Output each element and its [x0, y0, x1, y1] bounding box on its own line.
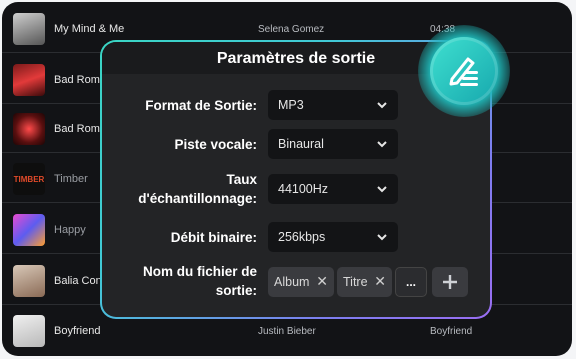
chevron-down-icon [377, 102, 387, 109]
tag-label: Titre [343, 275, 368, 289]
settings-badge [418, 25, 510, 117]
filename-label-line2: sortie: [215, 283, 257, 298]
album-cover [13, 315, 45, 347]
filename-label-line1: Nom du fichier de [142, 264, 257, 279]
voice-value: Binaural [278, 137, 324, 151]
chevron-down-icon [377, 141, 387, 148]
rate-label-line2: d'échantillonnage: [138, 191, 257, 206]
album-cover: TIMBER [13, 163, 45, 195]
album-cover [13, 265, 45, 297]
rate-label: Taux d'échantillonnage: [138, 170, 257, 208]
rate-value: 44100Hz [278, 182, 329, 196]
chevron-down-icon [377, 234, 387, 241]
badge-core [430, 37, 498, 105]
track-artist: Selena Gomez [258, 23, 325, 35]
remove-tag-icon[interactable]: ✕ [374, 273, 386, 290]
rate-select[interactable]: 44100Hz [268, 174, 398, 204]
voice-select[interactable]: Binaural [268, 129, 398, 159]
filename-tag-album[interactable]: Album ✕ [268, 267, 334, 297]
cover-text: TIMBER [13, 174, 45, 184]
filename-tag-title[interactable]: Titre ✕ [337, 267, 392, 297]
album-cover [13, 64, 45, 96]
track-title: My Mind & Me [54, 23, 125, 35]
track-title: Boyfriend [54, 325, 101, 337]
format-label: Format de Sortie: [145, 98, 257, 113]
plus-icon [443, 275, 457, 289]
album-cover [13, 214, 45, 246]
album-cover [13, 113, 45, 145]
track-title: Bad Roma [54, 123, 106, 135]
track-title: Timber [54, 173, 88, 185]
track-title: Happy [54, 224, 86, 236]
edit-list-icon [449, 57, 478, 86]
bitrate-value: 256kbps [278, 230, 326, 244]
format-select[interactable]: MP3 [268, 90, 398, 120]
track-album: Boyfriend [430, 325, 473, 337]
bitrate-select[interactable]: 256kbps [268, 222, 398, 252]
rate-label-line1: Taux [226, 172, 257, 187]
add-tag-button[interactable] [432, 267, 468, 297]
track-artist: Justin Bieber [258, 325, 316, 337]
chevron-down-icon [377, 186, 387, 193]
filename-label: Nom du fichier de sortie: [143, 262, 257, 300]
tag-label: Album [274, 275, 310, 289]
track-title: Bad Roma [54, 74, 106, 86]
remove-tag-icon[interactable]: ✕ [316, 273, 328, 290]
more-tags-button[interactable]: ... [395, 267, 427, 297]
voice-label: Piste vocale: [174, 137, 257, 152]
bitrate-label: Débit binaire: [170, 230, 257, 245]
format-value: MP3 [278, 98, 304, 112]
album-cover [13, 13, 45, 45]
